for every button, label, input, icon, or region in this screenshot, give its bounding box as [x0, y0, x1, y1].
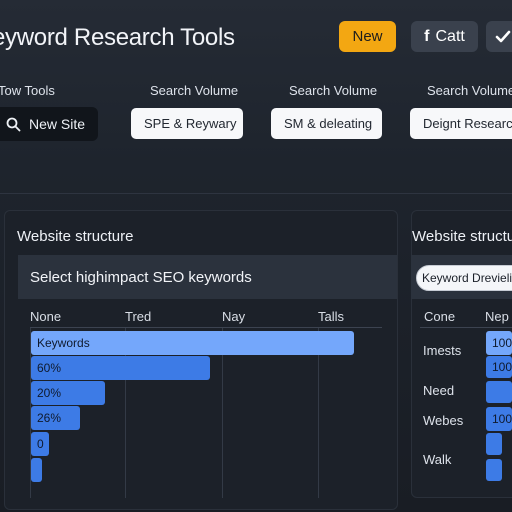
keywords-subheader: Select highimpact SEO keywords — [18, 255, 397, 299]
keyword-bar[interactable]: 20% — [31, 381, 105, 405]
value-bar[interactable]: 100 — [486, 331, 512, 355]
keyword-overview-tab[interactable]: Keyword Drevieli — [416, 265, 512, 291]
filter-pill-1[interactable]: SPE & Reywary — [131, 108, 243, 139]
keyword-bar[interactable]: 26% — [31, 406, 80, 430]
value-bar[interactable]: 100 — [486, 407, 512, 431]
confirm-button[interactable] — [486, 21, 512, 52]
table-header-talls[interactable]: Talls — [318, 309, 344, 324]
search-input[interactable]: New Site — [0, 107, 98, 141]
search-icon — [6, 117, 21, 131]
keyword-bar[interactable]: 60% — [31, 356, 210, 380]
row-label: Webes — [423, 413, 464, 428]
keyword-bar[interactable]: Keywords — [31, 331, 354, 355]
filter-pill-3[interactable]: Deignt Research — [410, 108, 512, 139]
page-title: eyword Research Tools — [0, 24, 235, 51]
table-header-tred[interactable]: Tred — [125, 309, 151, 324]
panel-title: Website structure — [17, 228, 134, 245]
value-bar[interactable] — [486, 381, 512, 403]
keyword-bar[interactable] — [31, 458, 42, 482]
filter-pill-2[interactable]: SM & deleating — [271, 108, 382, 139]
facebook-icon: f — [424, 27, 430, 45]
search-input-value: New Site — [29, 116, 86, 132]
row-label: Imests — [423, 343, 462, 358]
keyword-bar[interactable]: 0 — [31, 432, 49, 456]
section-divider — [0, 193, 512, 194]
value-bar[interactable]: 100 — [486, 356, 512, 378]
column-label-search-volume-1: Search Volume — [150, 83, 239, 98]
facebook-button-label: Catt — [435, 27, 465, 45]
table-header-cone[interactable]: Cone — [424, 309, 455, 324]
table-header-none[interactable]: None — [30, 309, 61, 324]
panel-title-right: Website structu — [412, 228, 512, 245]
check-icon — [495, 30, 511, 42]
row-label: Need — [423, 383, 455, 398]
row-label: Walk — [423, 452, 452, 467]
table-header-rule — [30, 327, 382, 328]
table-header-rule-right — [420, 327, 512, 328]
table-header-nay[interactable]: Nay — [222, 309, 245, 324]
column-label-tools: Tow Tools — [0, 83, 55, 98]
table-header-nep[interactable]: Nep — [485, 309, 509, 324]
facebook-button[interactable]: f Catt — [411, 21, 478, 52]
column-label-search-volume-2: Search Volume — [289, 83, 378, 98]
value-bar[interactable] — [486, 459, 502, 481]
new-button[interactable]: New — [339, 21, 396, 52]
value-bar[interactable] — [486, 433, 502, 455]
column-label-search-volume-3: Search Volume — [427, 83, 512, 98]
